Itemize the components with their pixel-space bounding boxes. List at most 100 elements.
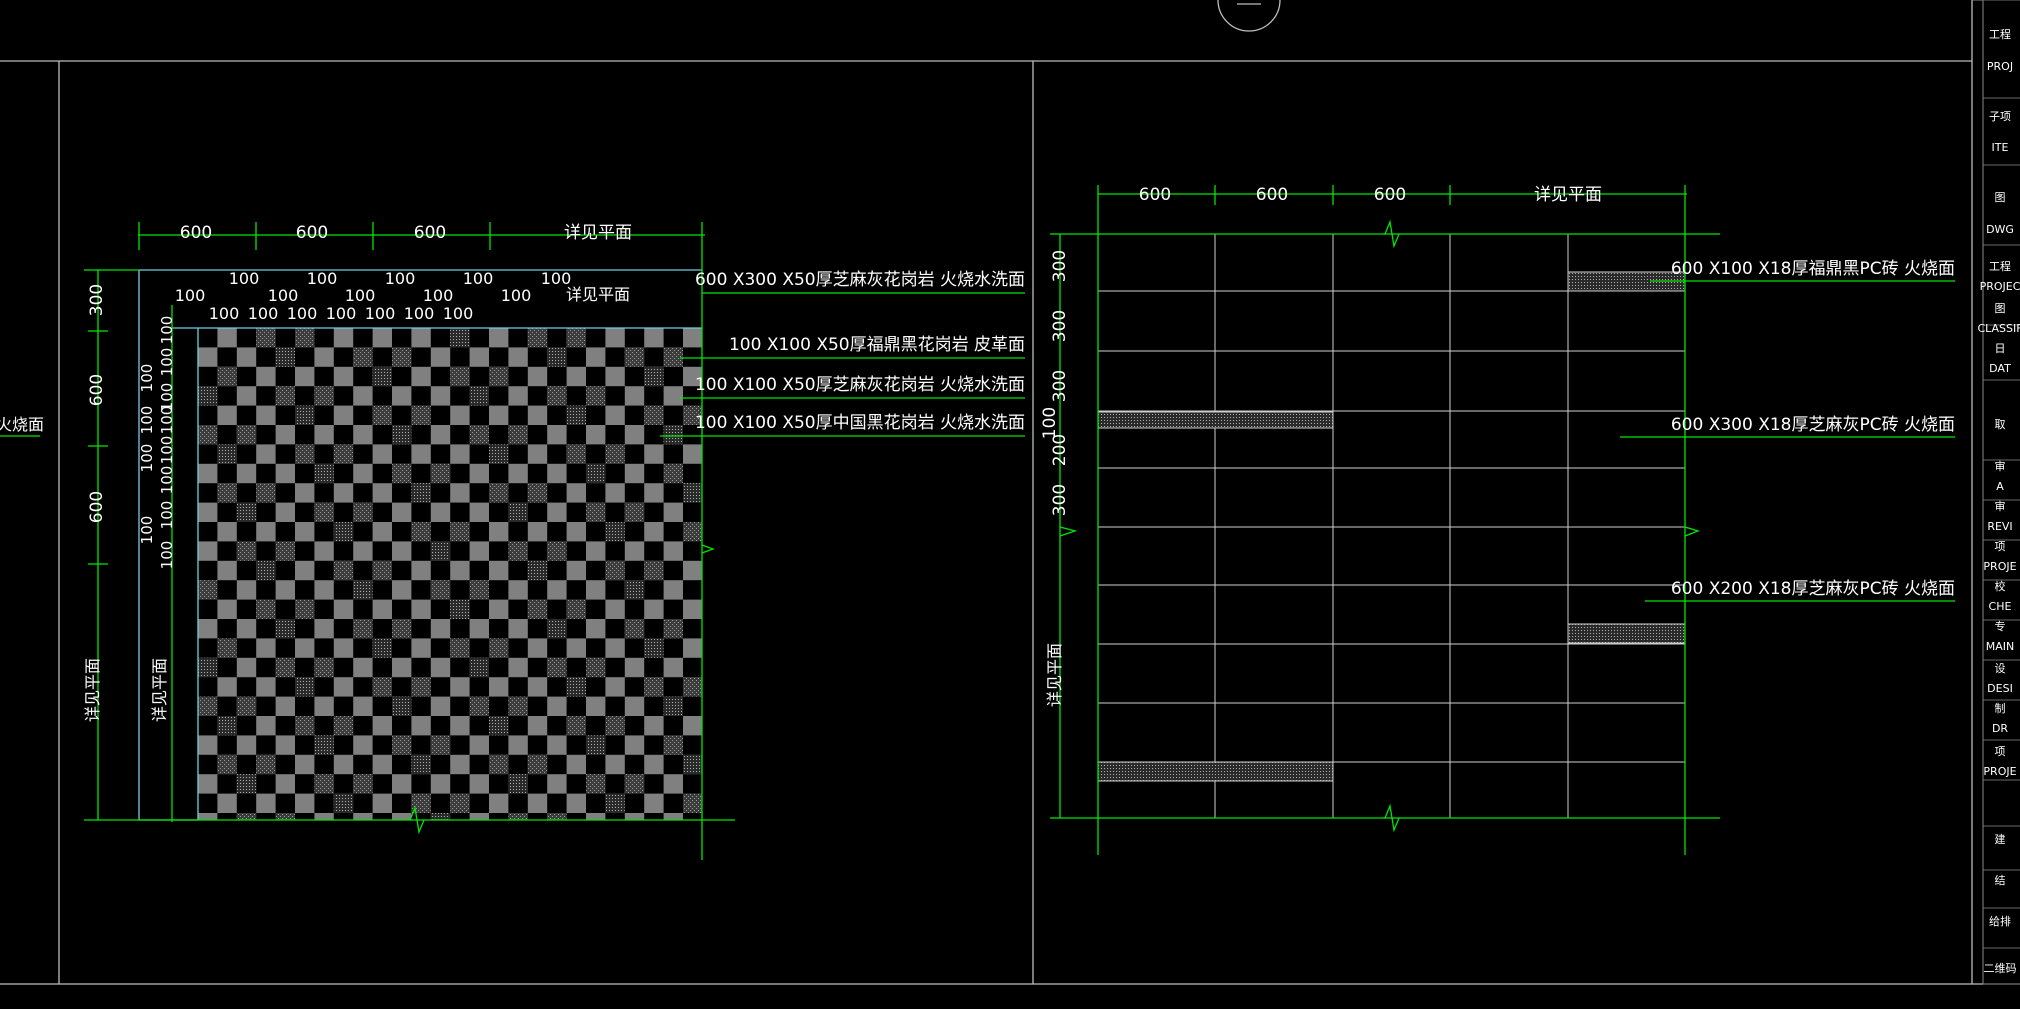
- tile: [353, 619, 373, 639]
- tile: [392, 483, 412, 503]
- side-dimension-label: 100: [158, 541, 176, 570]
- tile: [217, 444, 237, 464]
- title-block-label: MAIN: [1986, 640, 2015, 653]
- tile: [217, 347, 237, 367]
- tile: [217, 463, 237, 484]
- tile: [527, 754, 548, 775]
- tile: [489, 483, 509, 503]
- tile: [624, 502, 645, 522]
- tile: [275, 677, 295, 697]
- tile: [314, 774, 334, 794]
- tile: [295, 386, 315, 406]
- tile: [489, 386, 509, 406]
- title-block-label: PROJE: [1983, 560, 2016, 573]
- tile: [236, 425, 257, 445]
- tile: [314, 716, 334, 736]
- tile: [527, 541, 548, 561]
- tile: [333, 425, 354, 445]
- top-dimension-label: 600: [1256, 185, 1288, 205]
- tile: [663, 522, 683, 542]
- tile: [198, 793, 218, 813]
- tile: [411, 522, 431, 542]
- tile: [566, 813, 586, 820]
- tile: [372, 696, 392, 716]
- tile: [527, 347, 548, 367]
- tile: [566, 463, 586, 484]
- tile: [624, 793, 645, 813]
- tile: [275, 560, 295, 581]
- tile: [566, 444, 586, 464]
- tile: [547, 677, 567, 697]
- tile: [392, 696, 412, 716]
- tile: [236, 716, 257, 736]
- tile: [275, 405, 295, 425]
- tile: [411, 696, 431, 716]
- top-dimension-label: 600: [180, 223, 212, 243]
- tile: [392, 619, 412, 639]
- title-block-label: CLASSIF: [1977, 322, 2020, 335]
- tile: [683, 463, 702, 484]
- tile: [392, 405, 412, 425]
- tile: [411, 619, 431, 639]
- tile: [586, 560, 606, 581]
- tile: [314, 793, 334, 813]
- tile-pattern: [198, 328, 702, 820]
- side-dimension-label: 300: [87, 284, 107, 316]
- tile: [372, 735, 392, 755]
- cad-drawing-canvas[interactable]: 工程PROJ子项ITE图DWG工程PROJEC图CLASSIF日DAT取审A审R…: [0, 0, 2020, 1009]
- tile: [586, 366, 606, 387]
- tile: [450, 522, 470, 542]
- tile: [624, 522, 645, 542]
- tile: [236, 774, 257, 794]
- tile: [547, 560, 567, 581]
- tile: [333, 560, 354, 581]
- tile: [333, 541, 354, 561]
- tile: [217, 541, 237, 561]
- tile: [217, 619, 237, 639]
- tile: [198, 696, 218, 716]
- tile: [372, 386, 392, 406]
- tile: [547, 405, 567, 425]
- tile: [411, 774, 431, 794]
- tile: [256, 328, 276, 348]
- title-block-label: 制: [1995, 702, 2006, 715]
- tile: [333, 813, 354, 820]
- tile: [411, 483, 431, 503]
- tile: [353, 522, 373, 542]
- tile: [411, 657, 431, 678]
- tile: [605, 657, 625, 678]
- tile: [489, 638, 509, 658]
- dimension-label: 100: [175, 286, 206, 305]
- tile: [508, 405, 528, 425]
- tile: [586, 793, 606, 813]
- material-callout: 100 X100 X50厚芝麻灰花岗岩 火烧水洗面: [695, 375, 1025, 395]
- tile: [663, 696, 683, 716]
- tile: [430, 328, 451, 348]
- title-block-label: 子项: [1989, 110, 2011, 123]
- tile: [644, 502, 664, 522]
- material-callout: 600 X300 X18厚芝麻灰PC砖 火烧面: [1671, 415, 1955, 435]
- tile: [372, 425, 392, 445]
- tile: [527, 560, 548, 581]
- tile: [469, 793, 489, 813]
- tile: [547, 813, 567, 820]
- tile: [683, 793, 702, 813]
- tile: [333, 463, 354, 484]
- tile: [624, 580, 645, 600]
- tile: [663, 328, 683, 348]
- tile: [411, 405, 431, 425]
- side-dimension-label: 100: [138, 364, 156, 393]
- tile: [508, 425, 528, 445]
- title-block-label: DESI: [1987, 682, 2013, 695]
- tile: [663, 619, 683, 639]
- tile: [586, 599, 606, 619]
- tile: [644, 619, 664, 639]
- tile: [217, 386, 237, 406]
- tile: [624, 599, 645, 619]
- title-block-label: 校: [1995, 579, 2006, 593]
- tile: [586, 774, 606, 794]
- tile: [527, 774, 548, 794]
- tile: [489, 619, 509, 639]
- tile: [295, 813, 315, 820]
- dimension-label: 100: [268, 286, 299, 305]
